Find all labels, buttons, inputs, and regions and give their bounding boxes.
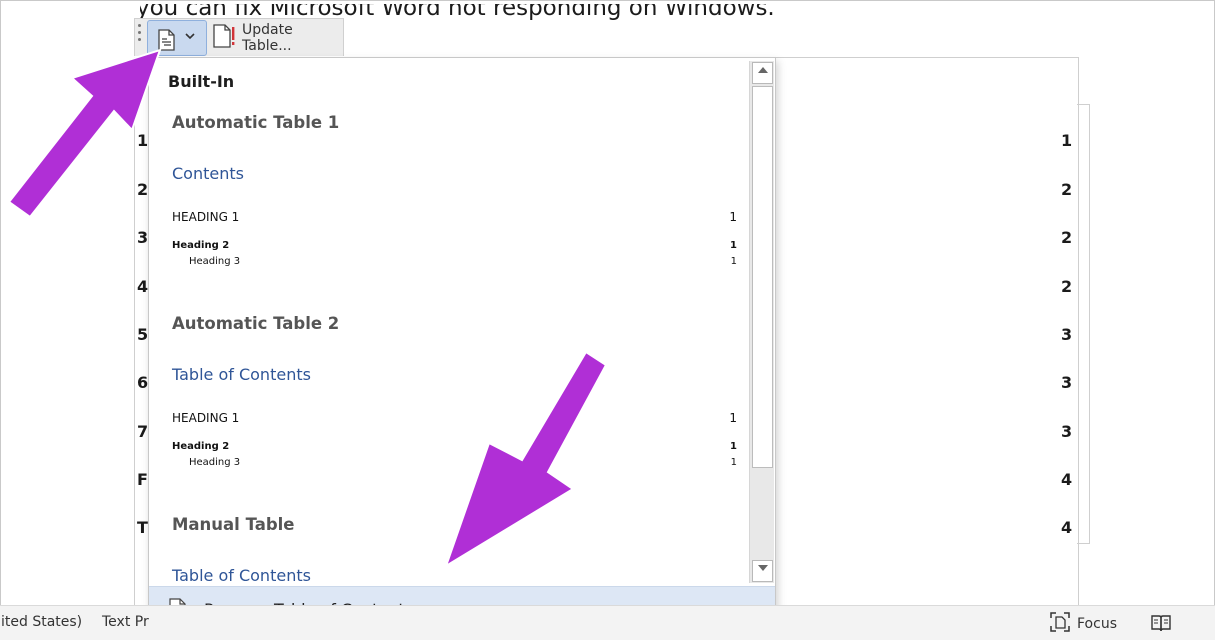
toc-entry-number: T bbox=[137, 518, 148, 537]
scroll-thumb[interactable] bbox=[752, 86, 773, 468]
toc-entry-number: 2 bbox=[137, 180, 149, 199]
preview-page-number: 1 bbox=[730, 256, 737, 267]
toc-entry-number: 3 bbox=[137, 228, 149, 247]
update-table-icon bbox=[212, 23, 236, 53]
preview-heading-3-text: Heading 3 bbox=[189, 457, 241, 468]
gallery-section-header: Built-In bbox=[168, 72, 235, 91]
preview-page-number: 1 bbox=[730, 240, 737, 251]
read-mode-button[interactable] bbox=[1150, 613, 1172, 638]
toc-page-number: 2 bbox=[1061, 228, 1073, 247]
preview-page-number: 1 bbox=[729, 411, 737, 425]
toc-entry-number: F bbox=[137, 470, 148, 489]
preview-heading-3: Heading 3 1 bbox=[189, 256, 737, 267]
preview-heading-3-text: Heading 3 bbox=[189, 256, 241, 267]
toc-page-number: 4 bbox=[1061, 470, 1073, 489]
toc-entry-number: 7 bbox=[137, 422, 149, 441]
preview-heading-3: Heading 3 1 bbox=[189, 457, 737, 468]
toc-page-number: 1 bbox=[1061, 131, 1073, 150]
preview-heading-1-text: HEADING 1 bbox=[172, 411, 240, 425]
toc-gallery-dropdown: Built-In Automatic Table 1 Contents HEAD… bbox=[148, 57, 776, 632]
triangle-down-icon bbox=[757, 565, 768, 571]
language-status[interactable]: ited States) bbox=[1, 614, 82, 630]
toc-entry-number: 4 bbox=[137, 277, 149, 296]
toc-page-number: 4 bbox=[1061, 518, 1073, 537]
scroll-down-button[interactable] bbox=[752, 560, 773, 582]
toc-page-number: 3 bbox=[1061, 422, 1073, 441]
gallery-item-contents-label: Table of Contents bbox=[172, 365, 311, 384]
chevron-down-icon bbox=[184, 29, 196, 45]
toc-entry-number: 1 bbox=[137, 131, 149, 150]
gallery-item-contents-label: Table of Contents bbox=[172, 566, 311, 585]
focus-icon bbox=[1049, 611, 1071, 637]
preview-heading-1: HEADING 1 1 bbox=[172, 411, 737, 425]
preview-heading-2: Heading 2 1 bbox=[172, 441, 737, 452]
focus-label: Focus bbox=[1077, 616, 1117, 632]
focus-button[interactable]: Focus bbox=[1049, 611, 1117, 637]
document-toc-icon bbox=[157, 29, 177, 56]
toc-page-number: 2 bbox=[1061, 277, 1073, 296]
preview-page-number: 1 bbox=[730, 441, 737, 452]
gallery-item-contents-label: Contents bbox=[172, 164, 244, 183]
read-mode-icon bbox=[1150, 615, 1172, 637]
table-of-contents-dropdown-button[interactable] bbox=[147, 20, 207, 56]
preview-heading-1: HEADING 1 1 bbox=[172, 210, 737, 224]
scroll-up-button[interactable] bbox=[752, 62, 773, 84]
drag-handle[interactable] bbox=[138, 24, 142, 46]
toc-entry-number: 5 bbox=[137, 325, 149, 344]
preview-heading-2-text: Heading 2 bbox=[172, 240, 230, 251]
preview-page-number: 1 bbox=[729, 210, 737, 224]
update-table-label: Update Table... bbox=[242, 22, 293, 54]
toc-page-number: 3 bbox=[1061, 373, 1073, 392]
triangle-up-icon bbox=[757, 67, 768, 73]
preview-heading-2-text: Heading 2 bbox=[172, 441, 230, 452]
gallery-item-title: Automatic Table 2 bbox=[172, 314, 340, 333]
toc-page-number: 3 bbox=[1061, 325, 1073, 344]
gallery-scrollbar[interactable] bbox=[749, 61, 774, 583]
status-bar: ited States) Text Pr Focus bbox=[0, 605, 1215, 640]
gallery-item-title: Manual Table bbox=[172, 515, 295, 534]
preview-heading-2: Heading 2 1 bbox=[172, 240, 737, 251]
preview-page-number: 1 bbox=[730, 457, 737, 468]
update-table-button[interactable]: Update Table... bbox=[210, 20, 342, 56]
text-predictions-status[interactable]: Text Pr bbox=[102, 614, 149, 630]
toc-entry-number: 6 bbox=[137, 373, 149, 392]
preview-heading-1-text: HEADING 1 bbox=[172, 210, 240, 224]
toc-page-number: 2 bbox=[1061, 180, 1073, 199]
gallery-item-title: Automatic Table 1 bbox=[172, 113, 340, 132]
